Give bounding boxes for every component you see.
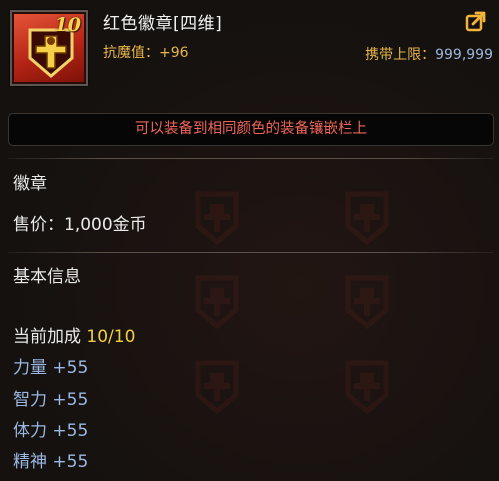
share-arrow-icon[interactable] bbox=[465, 10, 487, 32]
stat-row: 体力 +55 bbox=[13, 416, 88, 441]
background-emblem-icon bbox=[345, 360, 389, 415]
item-header: 10 红色徽章[四维] 抗魔值：+96 携带上限：999,999 bbox=[0, 0, 499, 100]
stat-row: 力量 +55 bbox=[13, 353, 88, 378]
divider bbox=[8, 252, 494, 253]
stat-value: +55 bbox=[52, 390, 89, 410]
resist-value-row: 抗魔值：+96 bbox=[103, 42, 189, 62]
price-value: 1,000金币 bbox=[64, 215, 147, 235]
carry-limit-value: 999,999 bbox=[435, 47, 493, 63]
bonus-row: 当前加成 10/10 bbox=[13, 322, 135, 347]
item-level-badge: 10 bbox=[54, 14, 81, 36]
stat-name: 智力 bbox=[13, 390, 47, 410]
stat-name: 力量 bbox=[13, 358, 47, 378]
stat-name: 体力 bbox=[13, 421, 47, 441]
background-emblem-icon bbox=[195, 275, 239, 330]
carry-limit-label: 携带上限： bbox=[365, 47, 436, 63]
price-label: 售价： bbox=[13, 215, 64, 235]
bonus-label: 当前加成 bbox=[13, 327, 81, 347]
background-emblem-icon bbox=[195, 360, 239, 415]
divider bbox=[8, 158, 494, 159]
stat-name: 精神 bbox=[13, 452, 47, 472]
resist-label: 抗魔值： bbox=[103, 45, 159, 61]
section-title-basic-info: 基本信息 bbox=[13, 267, 81, 287]
resist-value: +96 bbox=[159, 45, 189, 61]
bonus-value: 10/10 bbox=[86, 327, 136, 347]
item-name: 红色徽章[四维] bbox=[103, 14, 223, 34]
stat-value: +55 bbox=[52, 358, 89, 378]
stat-value: +55 bbox=[52, 452, 89, 472]
stat-value: +55 bbox=[52, 421, 89, 441]
item-icon-slot[interactable]: 10 bbox=[10, 10, 88, 86]
background-emblem-icon bbox=[345, 191, 389, 246]
stat-row: 智力 +55 bbox=[13, 385, 88, 410]
background-emblem-icon bbox=[195, 191, 239, 246]
item-category: 徽章 bbox=[13, 174, 47, 194]
socket-notice: 可以装备到相同颜色的装备镶嵌栏上 bbox=[8, 113, 494, 146]
stat-row: 精神 +55 bbox=[13, 447, 88, 472]
price-row: 售价：1,000金币 bbox=[13, 210, 147, 235]
item-tooltip: 10 红色徽章[四维] 抗魔值：+96 携带上限：999,999 可以装备到相同… bbox=[0, 0, 499, 481]
background-emblem-icon bbox=[345, 275, 389, 330]
carry-limit-row: 携带上限：999,999 bbox=[365, 44, 493, 64]
